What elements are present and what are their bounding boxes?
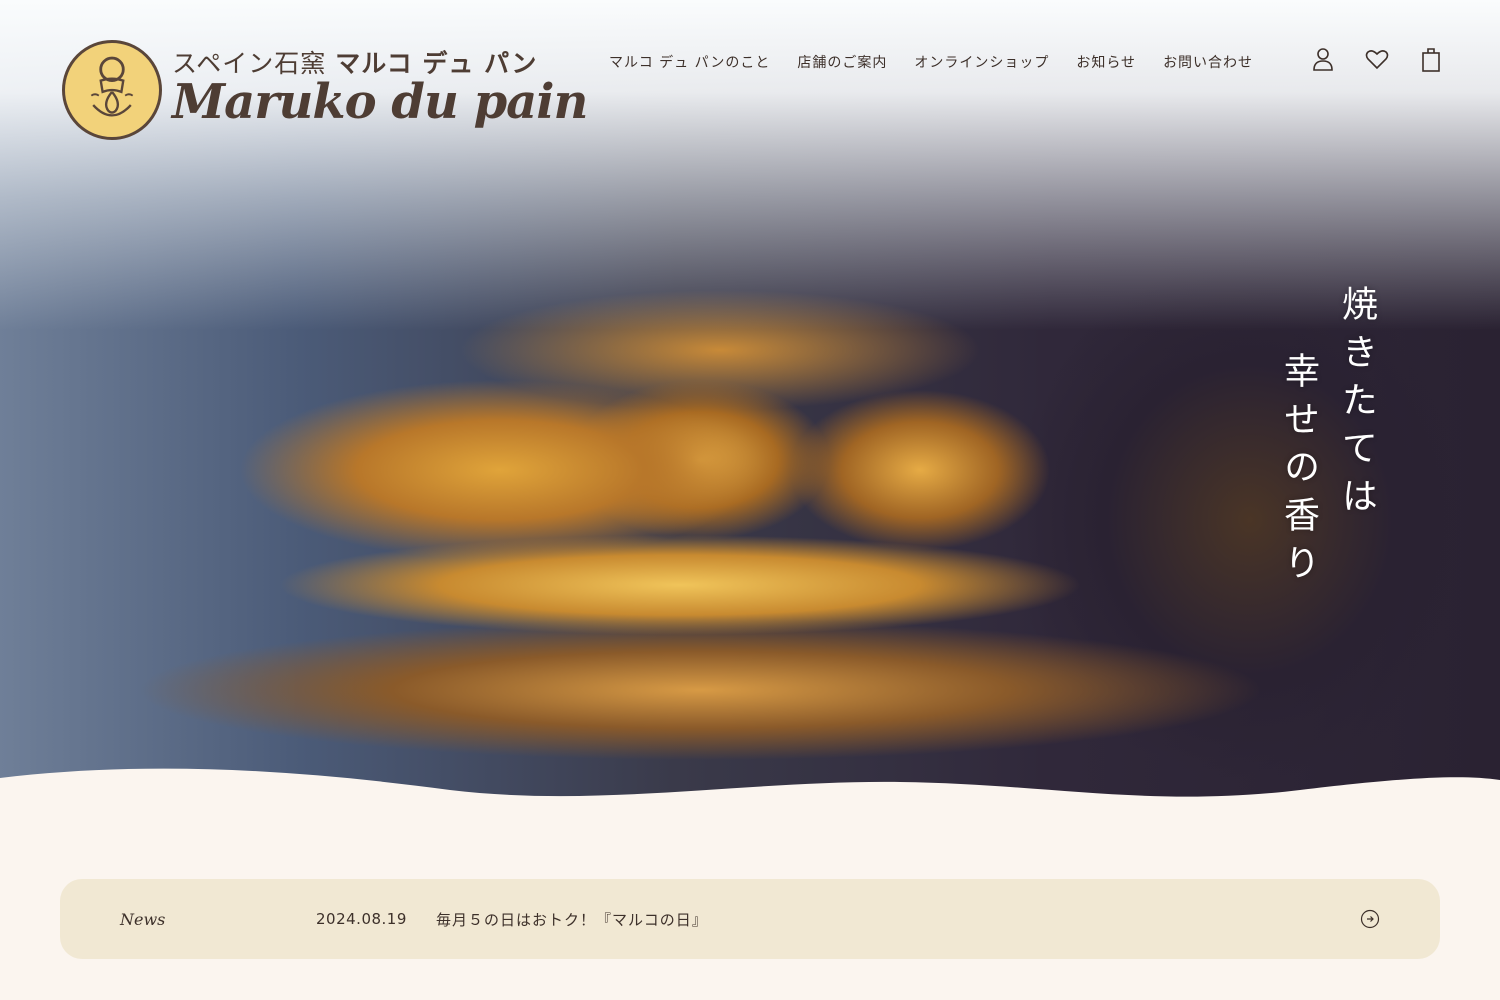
arrow-right-circle-icon[interactable] bbox=[1360, 909, 1380, 929]
news-label: News bbox=[120, 909, 166, 929]
news-bar[interactable]: News 2024.08.19 毎月５の日はおトク！『マルコの日』 bbox=[60, 879, 1440, 959]
nav-news[interactable]: お知らせ bbox=[1076, 52, 1136, 72]
nav-stores[interactable]: 店舗のご案内 bbox=[797, 52, 887, 72]
nav-contact[interactable]: お問い合わせ bbox=[1163, 52, 1253, 72]
news-date: 2024.08.19 bbox=[316, 910, 407, 928]
hero-catch-line2: 幸せの香り bbox=[1278, 352, 1319, 592]
nav-about[interactable]: マルコ デュ パンのこと bbox=[609, 52, 770, 72]
logo-face-icon bbox=[90, 56, 134, 117]
news-title[interactable]: 毎月５の日はおトク！『マルコの日』 bbox=[436, 909, 708, 930]
hero-catch-line1: 焼きたては bbox=[1336, 285, 1377, 525]
hero-wave-divider bbox=[0, 768, 1500, 820]
header-icons bbox=[1310, 46, 1444, 72]
logo-badge[interactable] bbox=[62, 40, 162, 140]
shopping-bag-icon[interactable] bbox=[1418, 46, 1444, 72]
logo-english[interactable]: Maruko du pain bbox=[172, 74, 588, 130]
nav-online-shop[interactable]: オンラインショップ bbox=[914, 52, 1049, 72]
main-nav: マルコ デュ パンのこと 店舗のご案内 オンラインショップ お知らせ お問い合わ… bbox=[609, 52, 1253, 72]
user-icon[interactable] bbox=[1310, 46, 1336, 72]
site-header: スペイン石窯 マルコ デュ パン Maruko du pain マルコ デュ パ… bbox=[0, 0, 1500, 150]
heart-icon[interactable] bbox=[1364, 46, 1390, 72]
